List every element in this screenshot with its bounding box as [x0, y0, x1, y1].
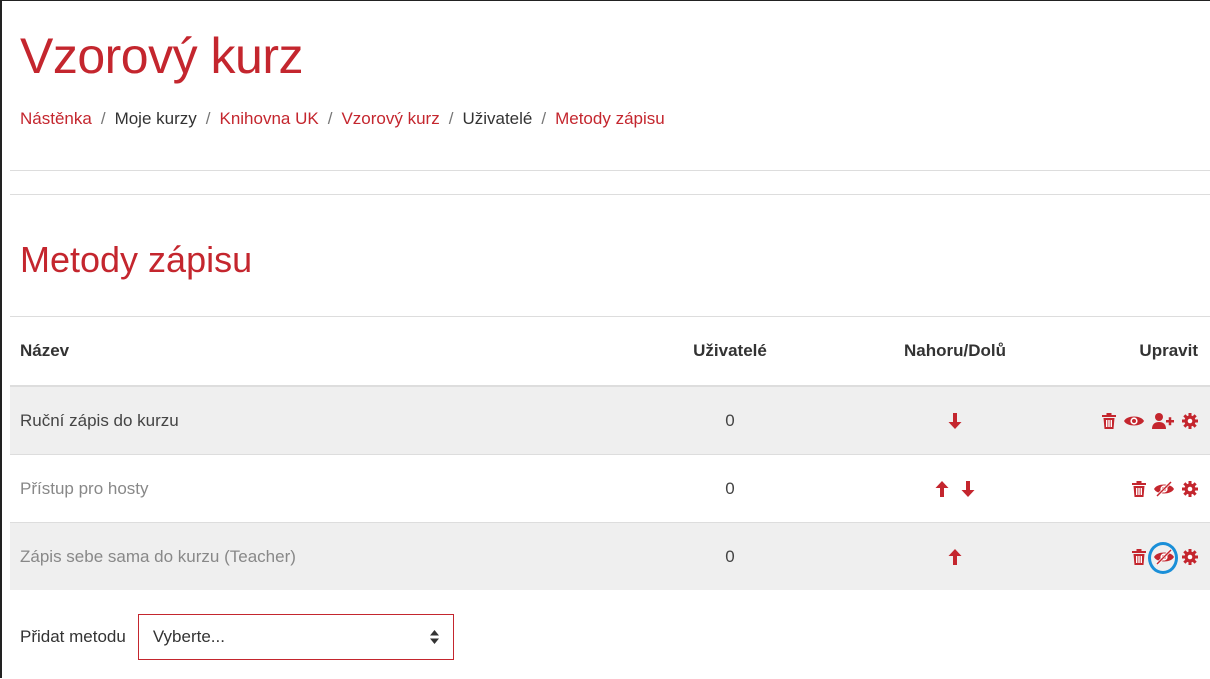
divider [10, 170, 1210, 171]
breadcrumb-separator: / [448, 109, 454, 128]
method-users-count: 0 [630, 454, 830, 523]
breadcrumb-enrolment-methods[interactable]: Metody zápisu [555, 109, 665, 129]
gear-icon[interactable] [1182, 549, 1198, 566]
method-name: Ruční zápis do kurzu [10, 385, 630, 455]
method-users-count: 0 [630, 522, 830, 590]
move-cell [830, 454, 1080, 523]
enrolment-methods-table: Název Uživatelé Nahoru/Dolů Upravit Ručn… [10, 316, 1210, 590]
method-name: Přístup pro hosty [10, 454, 630, 523]
arrow-down-icon[interactable] [948, 413, 962, 430]
breadcrumb-my-courses: Moje kurzy [114, 109, 197, 128]
breadcrumb-separator: / [541, 109, 547, 128]
breadcrumb-category[interactable]: Knihovna UK [219, 109, 318, 129]
edit-cell [1080, 385, 1210, 455]
edit-cell [1080, 522, 1210, 590]
add-method-select-value: Vyberte... [152, 627, 225, 646]
trash-icon[interactable] [1132, 481, 1146, 498]
column-header-edit: Upravit [1080, 316, 1210, 387]
gear-icon[interactable] [1182, 413, 1198, 430]
edit-cell [1080, 454, 1210, 523]
breadcrumb-separator: / [205, 109, 211, 128]
add-method-label: Přidat metodu [20, 627, 126, 646]
arrow-up-icon[interactable] [948, 549, 962, 566]
add-method-select[interactable]: Vyberte... [137, 614, 454, 660]
section-title: Metody zápisu [20, 239, 253, 280]
divider [10, 194, 1210, 195]
eye-slash-icon[interactable] [1154, 549, 1174, 566]
enrol-users-icon[interactable] [1152, 413, 1174, 430]
column-header-move: Nahoru/Dolů [830, 316, 1080, 387]
trash-icon[interactable] [1132, 549, 1146, 566]
move-cell [830, 385, 1080, 455]
column-header-name: Název [10, 316, 630, 387]
breadcrumb-dashboard[interactable]: Nástěnka [20, 109, 92, 129]
breadcrumb-separator: / [327, 109, 333, 128]
table-header-row: Název Uživatelé Nahoru/Dolů Upravit [10, 316, 1210, 387]
breadcrumb-course[interactable]: Vzorový kurz [341, 109, 439, 129]
column-header-users: Uživatelé [630, 316, 830, 387]
select-arrows-icon [429, 630, 439, 644]
trash-icon[interactable] [1102, 413, 1116, 430]
course-title: Vzorový kurz [20, 28, 303, 84]
move-cell [830, 522, 1080, 590]
breadcrumb-users: Uživatelé [462, 109, 533, 128]
method-name: Zápis sebe sama do kurzu (Teacher) [10, 522, 630, 590]
table-row: Zápis sebe sama do kurzu (Teacher) 0 [10, 522, 1210, 590]
eye-slash-icon[interactable] [1154, 481, 1174, 498]
gear-icon[interactable] [1182, 481, 1198, 498]
arrow-up-icon[interactable] [935, 481, 949, 498]
breadcrumb: Nástěnka / Moje kurzy / Knihovna UK / Vz… [20, 109, 665, 129]
method-users-count: 0 [630, 385, 830, 455]
eye-icon[interactable] [1124, 414, 1144, 428]
table-row: Ruční zápis do kurzu 0 [10, 385, 1210, 455]
highlight-circle [1148, 542, 1178, 575]
arrow-down-icon[interactable] [961, 481, 975, 498]
breadcrumb-separator: / [100, 109, 106, 128]
add-method-row: Přidat metodu Vyberte... [20, 614, 454, 660]
table-row: Přístup pro hosty 0 [10, 454, 1210, 523]
